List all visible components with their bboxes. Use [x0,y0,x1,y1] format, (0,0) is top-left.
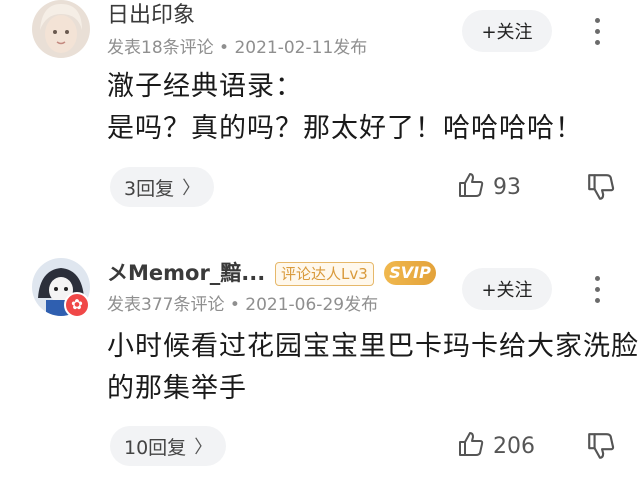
like-count: 206 [493,433,535,459]
reply-button[interactable]: 10回复 〉 [110,426,227,466]
level-badge: 评论达人Lv3 [275,262,374,286]
vip-badge-icon: ✿ [64,292,90,318]
thumbs-up-icon [457,430,485,462]
thumbs-down-icon[interactable] [586,431,618,463]
comment-line: 的那集举手 [107,373,247,404]
comment-item: ✿ メMemor_黯... 评论达人Lv3 SVIP 发表377条评论 • 20… [0,0,640,484]
svip-badge: SVIP [384,261,436,285]
like-button[interactable]: 206 [457,426,535,466]
follow-button[interactable]: +关注 [462,268,552,310]
comment-meta: 发表377条评论 • 2021-06-29发布 [107,295,379,315]
follow-label: +关注 [481,280,533,301]
chevron-right-icon: 〉 [194,437,213,458]
comment-text: 小时候看过花园宝宝里巴卡玛卡给大家洗脸 的那集举手 [107,326,639,410]
reply-label: 10回复 [124,436,187,459]
username[interactable]: メMemor_黯... [107,259,265,287]
comment-line: 小时候看过花园宝宝里巴卡玛卡给大家洗脸 [107,331,639,362]
more-vertical-icon[interactable] [585,269,609,309]
